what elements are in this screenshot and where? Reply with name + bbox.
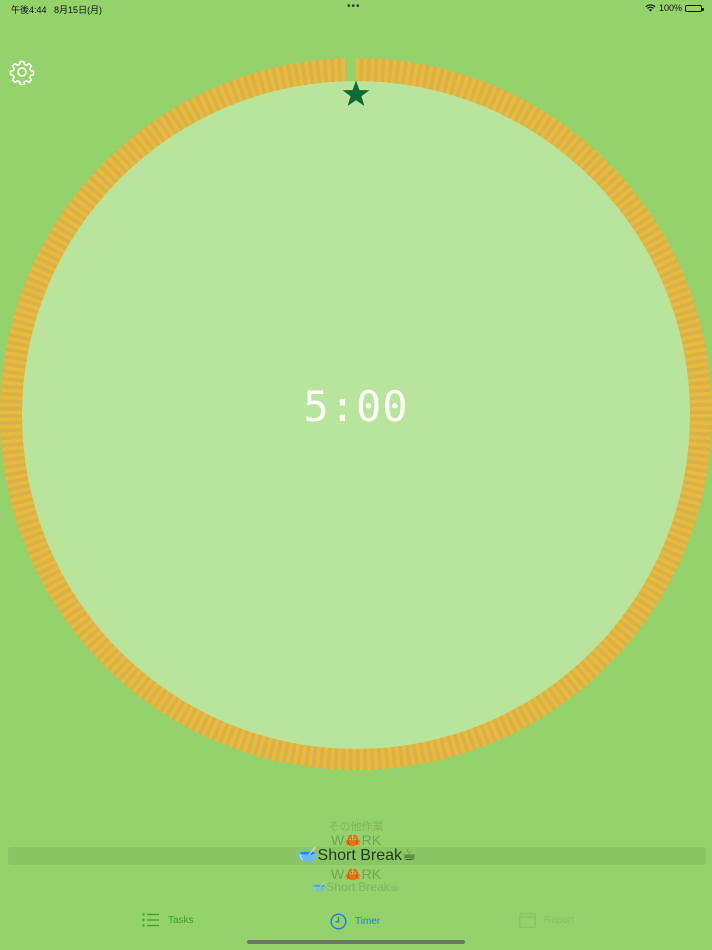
- tab-timer[interactable]: Timer: [330, 913, 380, 930]
- picker-selected-item[interactable]: 🥣Short Break☕: [8, 847, 706, 865]
- status-time: 午後4:44 8月15日(月): [11, 3, 102, 16]
- wifi-icon: [645, 4, 656, 12]
- tab-tasks[interactable]: Tasks: [142, 913, 194, 927]
- status-time-text: 午後4:44: [11, 5, 47, 15]
- list-icon: [142, 913, 159, 927]
- tab-report-label: Report: [544, 915, 575, 926]
- battery-icon: [685, 4, 704, 12]
- clock-icon: [330, 913, 347, 930]
- multitask-dots[interactable]: •••: [347, 1, 361, 12]
- home-indicator[interactable]: [247, 940, 465, 944]
- battery-percent: 100%: [658, 3, 682, 13]
- picker-item[interactable]: 🥣Short Break☕: [0, 880, 712, 892]
- tab-bar: Tasks Timer Report: [0, 905, 712, 941]
- timer-display: 5:00: [303, 382, 409, 431]
- tab-tasks-label: Tasks: [168, 914, 194, 926]
- tab-timer-label: Timer: [355, 916, 381, 927]
- status-bar: 午後4:44 8月15日(月) ••• 100%: [0, 0, 712, 18]
- gear-icon[interactable]: [9, 59, 35, 85]
- calendar-icon: [519, 913, 536, 928]
- status-date-text: 8月15日(月): [54, 5, 103, 15]
- star-icon: [342, 80, 370, 106]
- ring-gap: [346, 54, 356, 82]
- status-right: 100%: [645, 3, 704, 13]
- task-picker[interactable]: その他作業 W🦀RK 🥣Short Break☕ W🦀RK 🥣Short Bre…: [0, 818, 712, 892]
- tab-report[interactable]: Report: [519, 913, 574, 928]
